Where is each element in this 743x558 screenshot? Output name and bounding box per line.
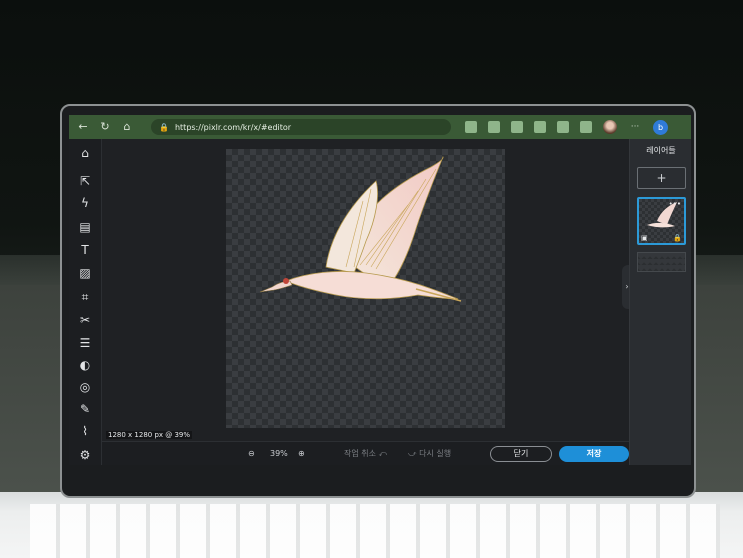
- quick-tool-icon[interactable]: ϟ: [77, 195, 93, 211]
- bing-icon[interactable]: b: [653, 119, 668, 135]
- undo-button[interactable]: 작업 취소 ⤺: [344, 447, 387, 461]
- close-button[interactable]: 닫기: [490, 446, 552, 462]
- refresh-icon[interactable]: ↻: [97, 119, 113, 135]
- adjust-tool-icon[interactable]: ☰: [77, 335, 93, 351]
- draw-tool-icon[interactable]: ✎: [77, 401, 93, 417]
- settings-icon[interactable]: ⚙: [77, 447, 93, 463]
- layers-title: 레이어들: [646, 146, 676, 155]
- template-tool-icon[interactable]: ▤: [77, 219, 93, 235]
- fill-tool-icon[interactable]: ▨: [77, 265, 93, 281]
- left-toolbar: ⌂ ⇱ ϟ ▤ T ▨ ⌗ ✂ ☰ ◐ ◎ ✎ ⌇ ⚙: [69, 139, 102, 465]
- zoom-out-icon[interactable]: ⊖: [248, 447, 255, 461]
- keyboard: [30, 504, 720, 558]
- lock-icon[interactable]: 🔒: [673, 234, 682, 242]
- extension-icon[interactable]: [465, 121, 477, 133]
- extension-icon[interactable]: [534, 121, 546, 133]
- save-button[interactable]: 저장: [559, 446, 629, 462]
- workspace: [102, 139, 629, 441]
- more-icon[interactable]: ···: [628, 120, 642, 134]
- text-tool-icon[interactable]: T: [77, 242, 93, 258]
- crop-tool-icon[interactable]: ⌗: [77, 289, 93, 305]
- retouch-tool-icon[interactable]: ⌇: [77, 423, 93, 439]
- redo-button[interactable]: ⤻ 다시 실행: [408, 447, 451, 461]
- extension-icon[interactable]: [511, 121, 523, 133]
- layer-item[interactable]: ••• ▣ 🔒: [637, 197, 686, 245]
- cutout-tool-icon[interactable]: ✂: [77, 312, 93, 328]
- extension-icon[interactable]: [557, 121, 569, 133]
- url-text[interactable]: https://pixlr.com/kr/x/#editor: [175, 123, 291, 132]
- crane-image: [259, 156, 462, 302]
- zoom-in-icon[interactable]: ⊕: [298, 447, 305, 461]
- profile-avatar[interactable]: [603, 120, 617, 134]
- liquify-tool-icon[interactable]: ◎: [77, 379, 93, 395]
- home-tool-icon[interactable]: ⌂: [77, 145, 93, 161]
- more-icon[interactable]: •••: [669, 200, 681, 208]
- layers-panel: 레이어들 + ••• ▣ 🔒: [629, 139, 691, 465]
- image-canvas[interactable]: [226, 149, 505, 428]
- canvas-size-label: 1280 x 1280 px @ 39%: [106, 431, 193, 439]
- filter-tool-icon[interactable]: ◐: [77, 357, 93, 373]
- add-layer-button[interactable]: +: [637, 167, 686, 189]
- lock-icon: 🔒: [159, 122, 169, 132]
- home-icon[interactable]: ⌂: [119, 119, 135, 135]
- image-icon: ▣: [641, 234, 648, 242]
- browser-toolbar: ← ↻ ⌂ 🔒 https://pixlr.com/kr/x/#editor ·…: [69, 115, 691, 139]
- arrange-tool-icon[interactable]: ⇱: [77, 173, 93, 189]
- address-bar[interactable]: 🔒 https://pixlr.com/kr/x/#editor: [151, 119, 451, 135]
- bottom-bar: ⊖ 39% ⊕ 작업 취소 ⤺ ⤻ 다시 실행 닫기 저장: [102, 441, 629, 465]
- zoom-level: 39%: [270, 449, 288, 458]
- extension-icon[interactable]: [488, 121, 500, 133]
- favorites-icon[interactable]: [580, 121, 592, 133]
- screen: ← ↻ ⌂ 🔒 https://pixlr.com/kr/x/#editor ·…: [69, 115, 691, 465]
- layer-item[interactable]: [637, 252, 686, 272]
- extensions: ··· b: [465, 115, 668, 139]
- back-icon[interactable]: ←: [75, 119, 91, 135]
